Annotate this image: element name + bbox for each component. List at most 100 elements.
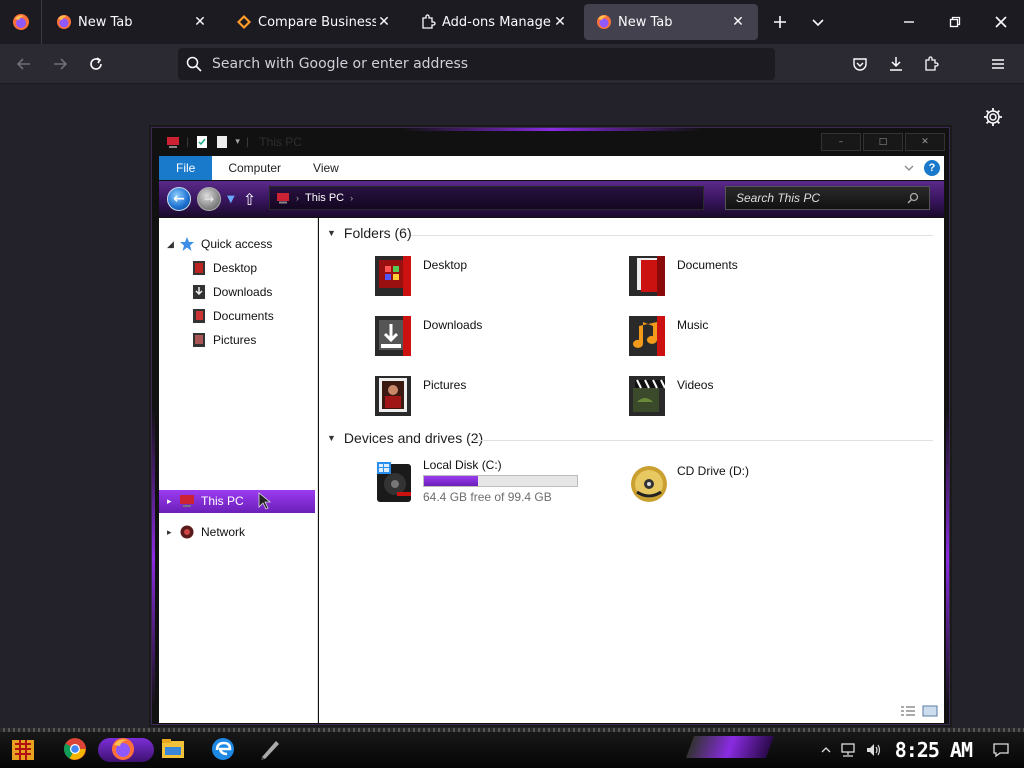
folder-name: Music bbox=[677, 318, 709, 332]
new-tab-button[interactable] bbox=[764, 6, 796, 38]
tab-new-tab-1[interactable]: New Tab ✕ bbox=[44, 4, 220, 40]
folder-tile-desktop[interactable]: Desktop bbox=[373, 252, 467, 300]
devices-group-header[interactable]: ▼ Devices and drives (2) bbox=[327, 430, 483, 446]
explorer-maximize-button[interactable]: □ bbox=[863, 133, 903, 151]
nav-item-this-pc[interactable]: ▸ This PC bbox=[167, 490, 272, 512]
ribbon-tab-file[interactable]: File bbox=[159, 156, 213, 180]
pen-tool-icon bbox=[261, 741, 279, 760]
search-icon bbox=[907, 192, 919, 204]
folder-name: Videos bbox=[677, 378, 714, 392]
taskbar-chrome[interactable] bbox=[60, 734, 90, 764]
address-bar[interactable]: Search with Google or enter address bbox=[178, 48, 775, 80]
pocket-icon bbox=[853, 58, 867, 71]
folder-tile-downloads[interactable]: Downloads bbox=[373, 312, 482, 360]
downloads-button[interactable] bbox=[878, 48, 914, 80]
new-folder-icon[interactable] bbox=[215, 135, 229, 149]
minimize-button[interactable] bbox=[886, 0, 932, 44]
extensions-button[interactable] bbox=[914, 48, 950, 80]
network-status-icon[interactable] bbox=[839, 742, 857, 758]
taskbar-file-explorer[interactable] bbox=[158, 734, 188, 764]
close-tab-icon[interactable]: ✕ bbox=[192, 14, 208, 30]
nav-item-desktop[interactable]: Desktop 📌 bbox=[191, 257, 359, 279]
details-view-icon[interactable] bbox=[900, 705, 916, 717]
navigation-toolbar: Search with Google or enter address bbox=[0, 44, 1024, 84]
account-button[interactable] bbox=[950, 48, 980, 80]
close-window-button[interactable] bbox=[978, 0, 1024, 44]
help-icon[interactable]: ? bbox=[924, 160, 940, 176]
ribbon-right-controls: ? bbox=[904, 160, 940, 176]
expand-ribbon-icon[interactable] bbox=[904, 163, 914, 173]
breadcrumb-chevron-icon[interactable]: › bbox=[350, 193, 353, 203]
forward-button[interactable] bbox=[42, 48, 78, 80]
folder-tile-documents[interactable]: Documents bbox=[627, 252, 738, 300]
taskbar-edge[interactable] bbox=[208, 734, 238, 764]
reload-button[interactable] bbox=[78, 48, 114, 80]
tab-label: New Tab bbox=[78, 14, 133, 30]
taskbar-app[interactable] bbox=[255, 734, 285, 764]
folder-tile-videos[interactable]: Videos bbox=[627, 372, 713, 420]
folders-group-header[interactable]: ▼ Folders (6) bbox=[327, 225, 412, 241]
restore-button[interactable] bbox=[932, 0, 978, 44]
pocket-button[interactable] bbox=[842, 48, 878, 80]
expanded-arrow-icon[interactable]: ◢ bbox=[167, 239, 179, 250]
group-collapse-icon[interactable]: ▼ bbox=[327, 228, 336, 238]
close-tab-icon[interactable]: ✕ bbox=[730, 14, 746, 30]
nav-quick-access[interactable]: ◢ Quick access bbox=[167, 233, 272, 255]
drive-tile-local-disk[interactable]: Local Disk (C:) 64.4 GB free of 99.4 GB bbox=[373, 458, 578, 506]
breadcrumb-chevron-icon: › bbox=[296, 193, 299, 203]
taskbar-firefox[interactable] bbox=[108, 734, 138, 764]
drive-tile-cd-drive[interactable]: CD Drive (D:) bbox=[627, 458, 749, 506]
folder-tile-pictures[interactable]: Pictures bbox=[373, 372, 466, 420]
ribbon-tab-computer[interactable]: Computer bbox=[212, 156, 297, 180]
collapsed-arrow-icon[interactable]: ▸ bbox=[167, 496, 179, 507]
computer-icon[interactable] bbox=[166, 135, 180, 149]
chevron-down-icon[interactable]: ▾ bbox=[235, 137, 240, 147]
explorer-minimize-button[interactable]: – bbox=[821, 133, 861, 151]
folder-name: Desktop bbox=[423, 258, 468, 272]
properties-icon[interactable] bbox=[195, 135, 209, 149]
close-tab-icon[interactable]: ✕ bbox=[376, 14, 392, 30]
tab-new-tab-active[interactable]: New Tab ✕ bbox=[584, 4, 758, 40]
group-divider bbox=[411, 235, 933, 236]
star-icon bbox=[180, 237, 194, 251]
explorer-address-bar[interactable]: › This PC › bbox=[269, 186, 704, 210]
documents-folder-icon bbox=[193, 309, 205, 323]
computer-icon bbox=[180, 495, 194, 507]
chevron-up-icon[interactable] bbox=[821, 745, 831, 755]
nav-item-network[interactable]: ▸ Network bbox=[167, 521, 245, 543]
folder-icon bbox=[162, 739, 184, 758]
up-arrow-icon[interactable]: ⇧ bbox=[243, 190, 256, 209]
back-button[interactable] bbox=[6, 48, 42, 80]
group-collapse-icon[interactable]: ▼ bbox=[327, 433, 336, 443]
breadcrumb-this-pc[interactable]: This PC bbox=[305, 192, 344, 204]
list-all-tabs-button[interactable] bbox=[802, 6, 834, 38]
nav-item-pictures[interactable]: Pictures 📌 bbox=[191, 329, 358, 351]
volume-icon[interactable] bbox=[865, 742, 883, 758]
explorer-forward-button[interactable]: → bbox=[197, 187, 221, 211]
newtab-settings-button[interactable] bbox=[982, 106, 1004, 128]
minimize-icon bbox=[904, 21, 914, 23]
nav-item-documents[interactable]: Documents 📌 bbox=[191, 305, 376, 327]
nav-item-downloads[interactable]: Downloads 📌 bbox=[191, 281, 374, 303]
folder-tile-music[interactable]: Music bbox=[627, 312, 708, 360]
firefox-view-button[interactable] bbox=[0, 0, 42, 44]
large-icons-view-icon[interactable] bbox=[922, 705, 938, 717]
collapsed-arrow-icon[interactable]: ▸ bbox=[167, 527, 179, 538]
pictures-folder-icon bbox=[375, 376, 411, 416]
hard-drive-icon bbox=[377, 462, 411, 502]
devices-group-title: Devices and drives (2) bbox=[343, 430, 484, 446]
ribbon-tab-view[interactable]: View bbox=[297, 156, 355, 180]
notification-icon[interactable] bbox=[992, 742, 1010, 758]
recent-locations-icon[interactable]: ▼ bbox=[227, 194, 235, 205]
explorer-back-button[interactable]: ← bbox=[167, 187, 191, 211]
close-tab-icon[interactable]: ✕ bbox=[552, 14, 568, 30]
app-menu-button[interactable] bbox=[980, 48, 1016, 80]
start-button[interactable] bbox=[8, 734, 38, 764]
tab-addons-manager[interactable]: Add-ons Manager ✕ bbox=[408, 4, 580, 40]
tab-compare-business[interactable]: Compare Business So ✕ bbox=[224, 4, 404, 40]
explorer-search-box[interactable]: Search This PC bbox=[725, 186, 930, 210]
taskbar-clock[interactable]: 8:25 AM bbox=[895, 738, 973, 762]
drive-name: Local Disk (C:) bbox=[423, 458, 502, 472]
folder-name: Documents bbox=[677, 258, 738, 272]
explorer-close-button[interactable]: ✕ bbox=[905, 133, 945, 151]
